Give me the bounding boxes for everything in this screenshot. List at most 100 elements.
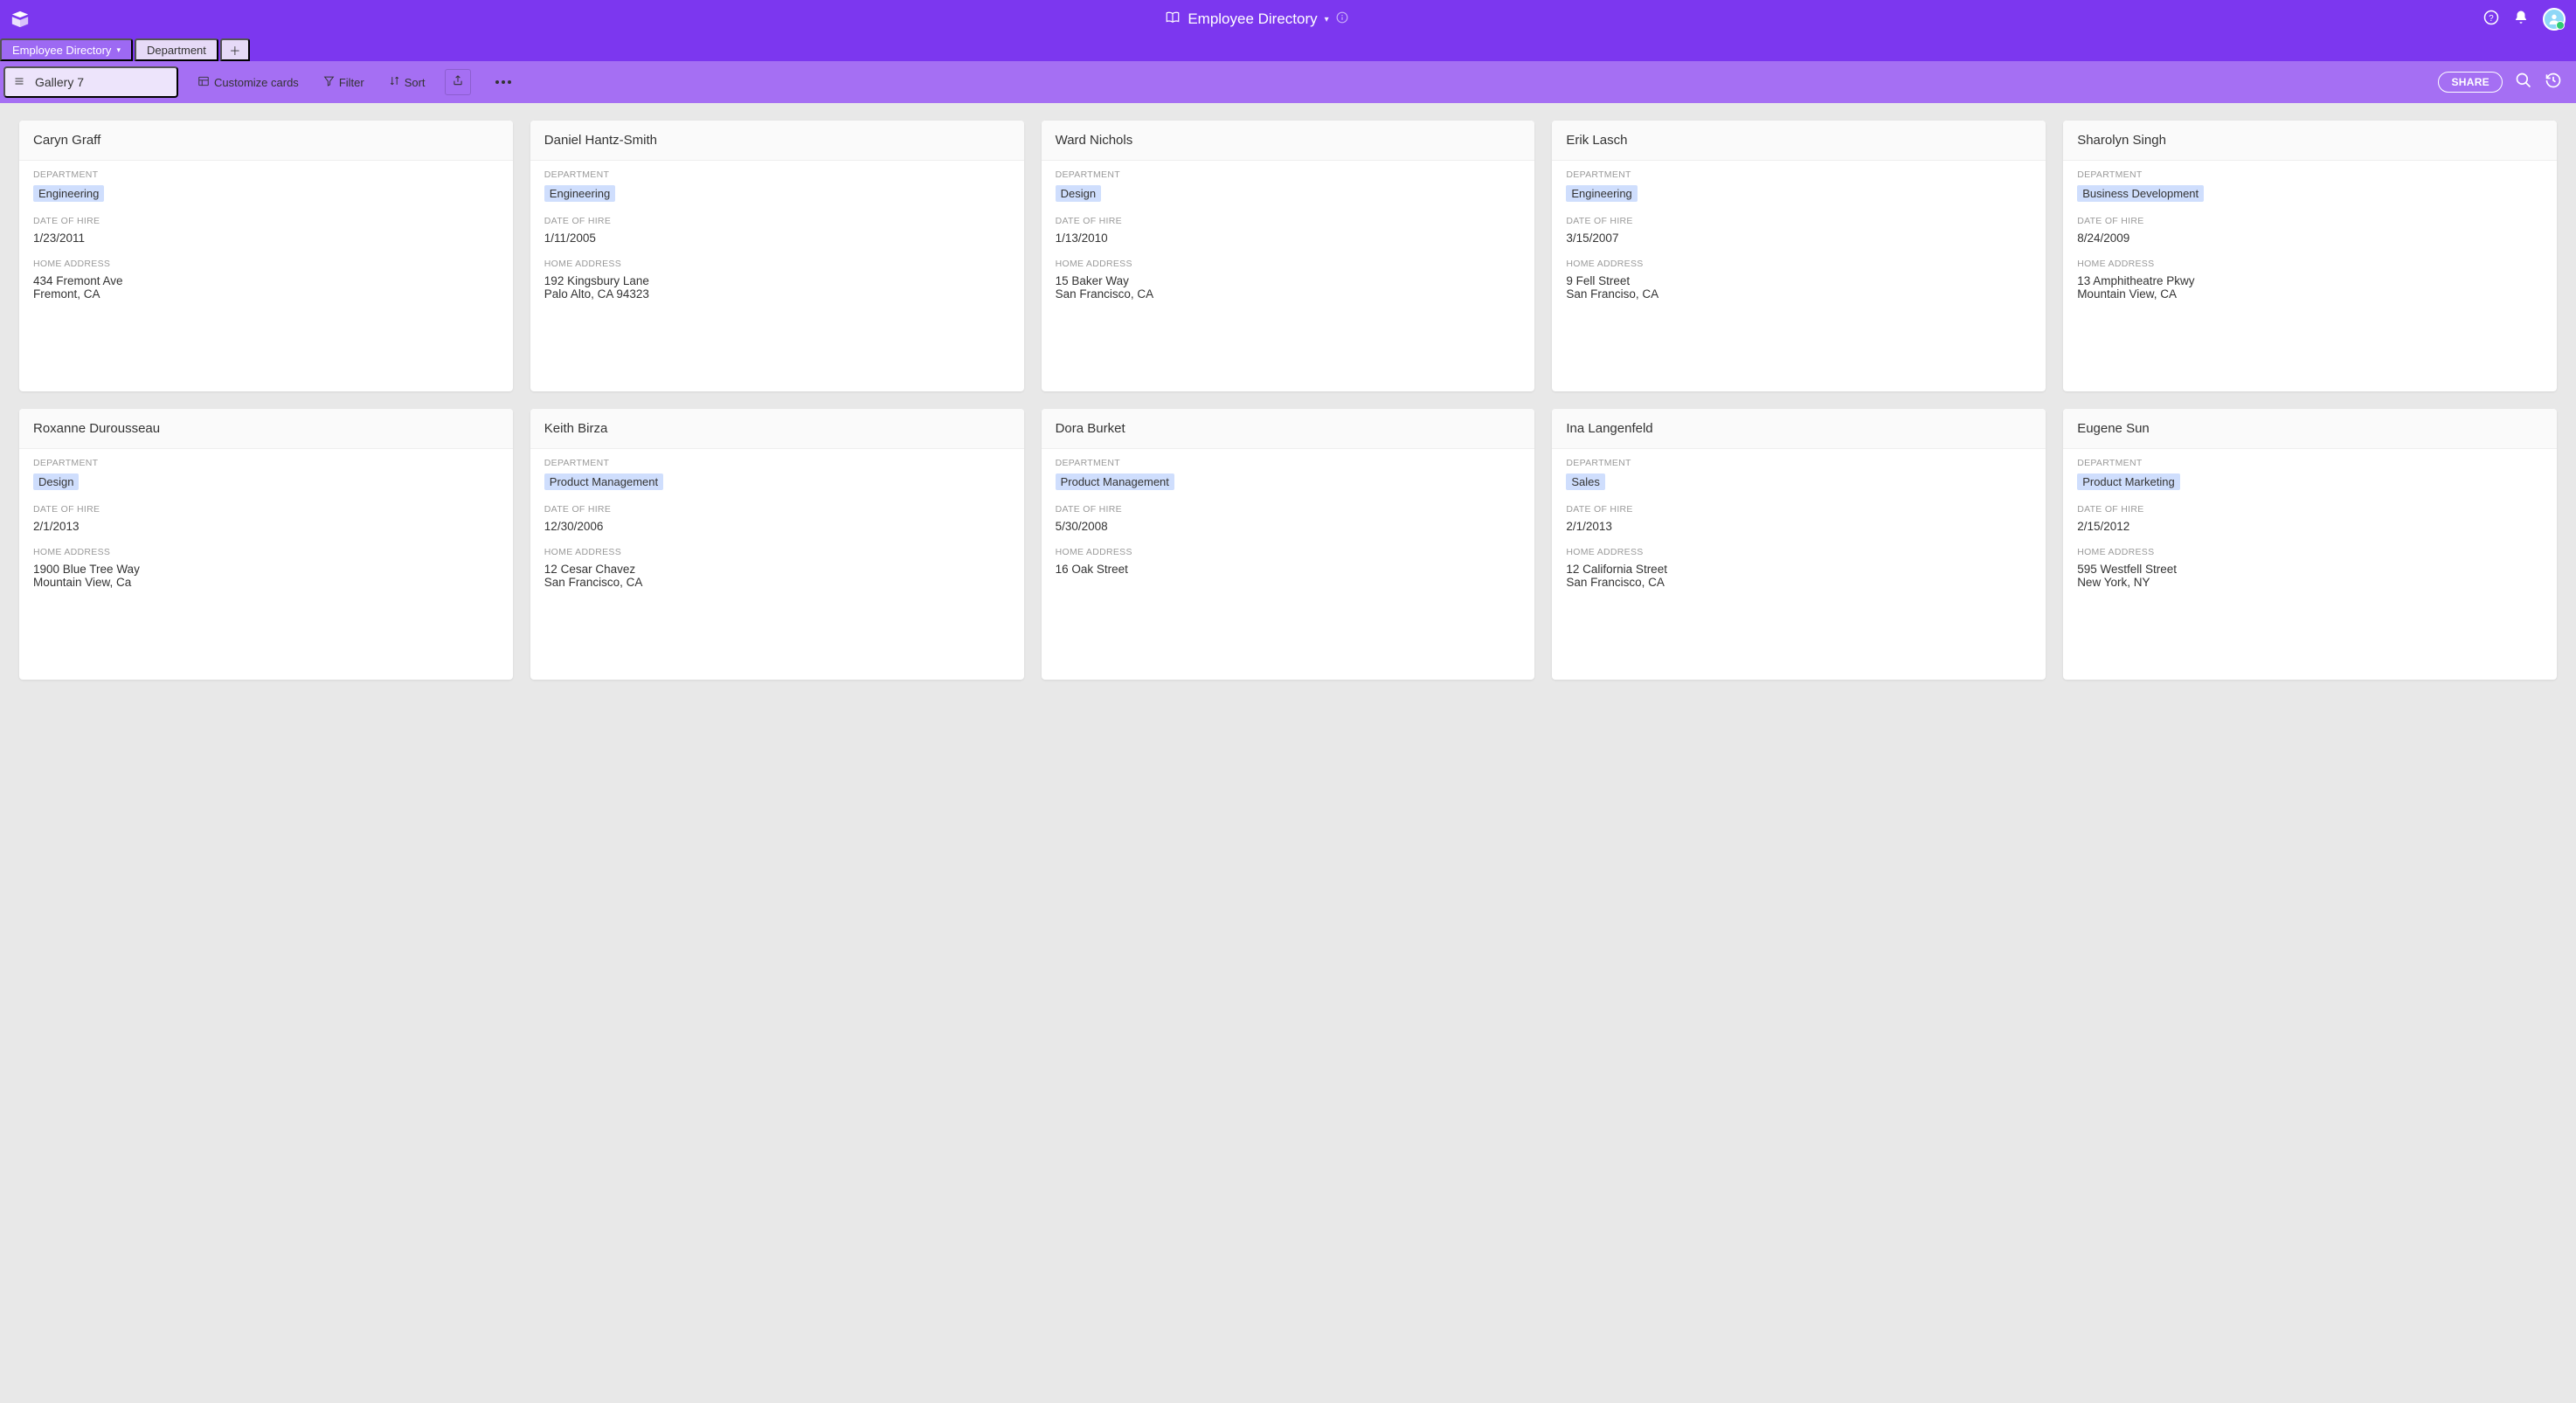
address-line-2: Fremont, CA: [33, 287, 499, 301]
department-pill: Product Management: [544, 473, 663, 490]
date-of-hire-label: DATE OF HIRE: [2077, 504, 2543, 515]
more-options-button[interactable]: [485, 66, 522, 98]
address-line-1: 16 Oak Street: [1056, 563, 1521, 576]
date-of-hire-label: DATE OF HIRE: [544, 216, 1010, 226]
address-line-2: San Franciso, CA: [1566, 287, 2032, 301]
card-name: Dora Burket: [1042, 409, 1535, 449]
history-icon[interactable]: [2545, 72, 2562, 93]
employee-card[interactable]: Ward NicholsDEPARTMENTDesignDATE OF HIRE…: [1042, 121, 1535, 391]
help-icon[interactable]: ?: [2483, 10, 2499, 30]
share-export-icon: [452, 74, 464, 91]
filter-button[interactable]: Filter: [318, 66, 370, 98]
date-of-hire-value: 3/15/2007: [1566, 232, 2032, 245]
gallery-grid: Caryn Graff DEPARTMENT Engineering DATE OF …: [0, 103, 2576, 697]
date-of-hire-value: 1/13/2010: [1056, 232, 1521, 245]
department-pill: Design: [33, 473, 79, 490]
notifications-icon[interactable]: [2513, 10, 2529, 30]
employee-card[interactable]: Keith Birza DEPARTMENT Product Management D…: [530, 409, 1024, 680]
employee-card[interactable]: Sharolyn Singh DEPARTMENT Business Develop…: [2063, 121, 2557, 391]
sort-button[interactable]: Sort: [384, 66, 431, 98]
date-of-hire-value: 12/30/2006: [544, 520, 1010, 533]
share-export-button[interactable]: [445, 69, 471, 95]
address-line-1: 12 Cesar Chavez: [544, 563, 1010, 576]
department-pill: Engineering: [1566, 185, 1637, 202]
card-name: Erik Lasch: [1552, 121, 2046, 161]
chevron-down-icon: ▾: [116, 45, 121, 55]
table-tab[interactable]: Employee Directory ▾: [0, 38, 133, 61]
home-address-label: HOME ADDRESS: [33, 259, 499, 269]
employee-card[interactable]: Erik Lasch DEPARTMENT Engineering DATE OF H…: [1552, 121, 2046, 391]
card-name: Roxanne Durousseau: [19, 409, 513, 449]
address-line-1: 12 California Street: [1566, 563, 2032, 576]
home-address-label: HOME ADDRESS: [33, 547, 499, 557]
employee-card[interactable]: Roxanne DurousseauDEPARTMENTDesignDATE O…: [19, 409, 513, 680]
card-name: Keith Birza: [530, 409, 1024, 449]
address-line-1: 9 Fell Street: [1566, 274, 2032, 287]
table-tabs: Employee Directory ▾ Department ＋: [0, 38, 2576, 61]
department-label: DEPARTMENT: [544, 458, 1010, 468]
app-logo-icon[interactable]: [10, 10, 30, 29]
home-address-label: HOME ADDRESS: [544, 259, 1010, 269]
department-pill: Product Marketing: [2077, 473, 2180, 490]
share-label: SHARE: [2451, 76, 2489, 88]
card-name: Sharolyn Singh: [2063, 121, 2557, 161]
share-button[interactable]: SHARE: [2438, 72, 2503, 93]
base-name-text: Employee Directory: [1188, 10, 1317, 28]
employee-card[interactable]: Caryn GraffDEPARTMENTEngineeringDATE OF …: [19, 121, 513, 391]
info-icon[interactable]: [1336, 11, 1348, 28]
filter-label: Filter: [339, 76, 364, 89]
hamburger-icon: [14, 76, 24, 89]
address-line-2: Mountain View, Ca: [33, 576, 499, 589]
filter-icon: [323, 75, 335, 89]
department-label: DEPARTMENT: [1566, 458, 2032, 468]
employee-card[interactable]: Dora BurketDEPARTMENTProduct ManagementD…: [1042, 409, 1535, 680]
department-pill: Business Development: [2077, 185, 2204, 202]
department-pill: Engineering: [33, 185, 104, 202]
home-address-label: HOME ADDRESS: [2077, 547, 2543, 557]
base-title[interactable]: Employee Directory ▾: [1188, 10, 1328, 28]
add-table-button[interactable]: ＋: [220, 38, 250, 61]
date-of-hire-value: 2/1/2013: [1566, 520, 2032, 533]
home-address-label: HOME ADDRESS: [544, 547, 1010, 557]
address-line-1: 192 Kingsbury Lane: [544, 274, 1010, 287]
tab-label: Employee Directory: [12, 44, 111, 57]
date-of-hire-label: DATE OF HIRE: [1566, 216, 2032, 226]
employee-card[interactable]: Ina Langenfeld DEPARTMENT Sales DATE OF HIR…: [1552, 409, 2046, 680]
department-pill: Sales: [1566, 473, 1605, 490]
address-line-2: San Francisco, CA: [1056, 287, 1521, 301]
home-address-label: HOME ADDRESS: [1056, 547, 1521, 557]
address-line-1: 434 Fremont Ave: [33, 274, 499, 287]
address-line-2: San Francisco, CA: [1566, 576, 2032, 589]
date-of-hire-value: 8/24/2009: [2077, 232, 2543, 245]
department-label: DEPARTMENT: [1566, 169, 2032, 180]
address-line-1: 13 Amphitheatre Pkwy: [2077, 274, 2543, 287]
date-of-hire-value: 5/30/2008: [1056, 520, 1521, 533]
date-of-hire-label: DATE OF HIRE: [1056, 504, 1521, 515]
employee-card[interactable]: Eugene Sun DEPARTMENT Product Marketing DAT…: [2063, 409, 2557, 680]
search-icon[interactable]: [2515, 72, 2532, 93]
employee-card[interactable]: Daniel Hantz-SmithDEPARTMENTEngineeringD…: [530, 121, 1024, 391]
department-label: DEPARTMENT: [33, 458, 499, 468]
department-pill: Product Management: [1056, 473, 1174, 490]
chevron-down-icon: ▾: [1325, 15, 1329, 24]
date-of-hire-value: 2/15/2012: [2077, 520, 2543, 533]
date-of-hire-label: DATE OF HIRE: [1566, 504, 2032, 515]
department-label: DEPARTMENT: [2077, 169, 2543, 180]
dots-horizontal-icon: [490, 80, 516, 84]
customize-cards-button[interactable]: Customize cards: [192, 66, 304, 98]
date-of-hire-value: 1/11/2005: [544, 232, 1010, 245]
address-line-2: Palo Alto, CA 94323: [544, 287, 1010, 301]
date-of-hire-label: DATE OF HIRE: [544, 504, 1010, 515]
app-topbar: Employee Directory ▾ ?: [0, 0, 2576, 38]
view-bar: Gallery 7 Customize cards Filter Sort: [0, 61, 2576, 103]
card-name: Eugene Sun: [2063, 409, 2557, 449]
department-label: DEPARTMENT: [2077, 458, 2543, 468]
card-name: Ward Nichols: [1042, 121, 1535, 161]
card-name: Ina Langenfeld: [1552, 409, 2046, 449]
table-tab[interactable]: Department: [135, 38, 218, 61]
date-of-hire-label: DATE OF HIRE: [2077, 216, 2543, 226]
department-label: DEPARTMENT: [544, 169, 1010, 180]
card-name: Caryn Graff: [19, 121, 513, 161]
user-avatar[interactable]: [2543, 8, 2566, 31]
view-switcher[interactable]: Gallery 7: [3, 66, 178, 98]
